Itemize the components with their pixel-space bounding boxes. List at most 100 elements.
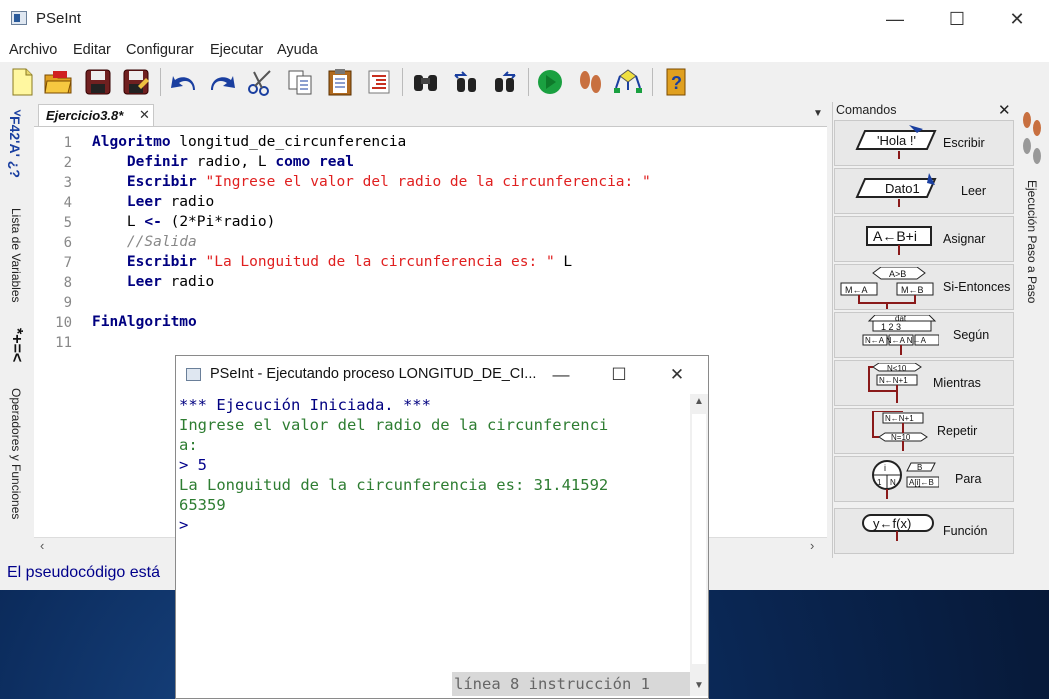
svg-text:N←N+1: N←N+1 [885, 414, 914, 423]
funcion-icon: y←f(x) [862, 514, 934, 541]
console-line: La Longuitud de la circunferencia es: 31… [179, 476, 609, 494]
menu-ejecutar[interactable]: Ejecutar [210, 42, 263, 58]
minimize-button[interactable]: — [872, 0, 918, 38]
operators-functions-tab[interactable]: Operadores y Funciones [9, 388, 23, 519]
toolbar: ? [0, 62, 1049, 102]
menu-ayuda[interactable]: Ayuda [277, 42, 318, 58]
cmd-label: Según [953, 328, 990, 342]
cmd-si-entonces[interactable]: A>B M←A M←B Si-Entonces [834, 264, 1014, 310]
line-number: 8 [63, 275, 72, 291]
svg-text:y←f(x): y←f(x) [873, 516, 911, 531]
console-line: Ingrese el valor del radio de la circunf… [179, 416, 609, 434]
cmd-label: Escribir [943, 136, 985, 150]
svg-text:1 2 3: 1 2 3 [881, 322, 901, 332]
svg-text:N←A N←A N←A: N←A N←A N←A [865, 336, 927, 345]
close-button[interactable]: ✕ [994, 0, 1040, 38]
execution-window-title: PSeInt - Ejecutando proceso LONGITUD_DE_… [210, 366, 537, 382]
step-by-step-footprints-icon[interactable] [1020, 110, 1044, 175]
line-number: 11 [55, 335, 72, 351]
scroll-left-icon[interactable]: ‹ [40, 538, 44, 553]
cmd-segun[interactable]: dat 1 2 3 N←A N←A N←A Según [834, 312, 1014, 358]
cut-icon[interactable] [244, 66, 276, 98]
scroll-right-icon[interactable]: › [810, 538, 814, 553]
commands-close-icon[interactable]: ✕ [998, 101, 1011, 119]
svg-text:N=10: N=10 [891, 433, 911, 442]
cmd-label: Si-Entonces [943, 280, 1011, 294]
variables-glyph[interactable]: ⱽF42'A' ¿? [7, 110, 23, 178]
code-line: FinAlgoritmo [92, 314, 197, 330]
new-file-icon[interactable] [6, 66, 38, 98]
line-number: 4 [63, 195, 72, 211]
code-line: Escribir "Ingrese el valor del radio de … [126, 174, 651, 190]
cmd-repetir[interactable]: N←N+1 N=10 Repetir [834, 408, 1014, 454]
cmd-para[interactable]: i 1 N B A[i]←B Para [834, 456, 1014, 502]
repetir-icon: N←N+1 N=10 [872, 411, 928, 451]
tab-close-icon[interactable]: ✕ [139, 107, 150, 123]
commands-title: Comandos [836, 103, 897, 117]
code-line: Definir radio, L como real [126, 154, 354, 170]
svg-text:N←N+1: N←N+1 [879, 376, 908, 385]
menu-editar[interactable]: Editar [73, 42, 111, 58]
window-title: PSeInt [36, 10, 82, 27]
flowchart-icon[interactable] [612, 66, 644, 98]
right-side-panel: Ejecución Paso a Paso [1016, 102, 1049, 558]
copy-icon[interactable] [284, 66, 316, 98]
scroll-track[interactable] [692, 414, 706, 664]
console-line: 65359 [179, 496, 226, 514]
line-number: 2 [63, 155, 72, 171]
cmd-funcion[interactable]: y←f(x) Función [834, 508, 1014, 554]
svg-text:'Hola !': 'Hola !' [877, 133, 916, 148]
svg-text:A[i]←B: A[i]←B [909, 478, 934, 487]
undo-icon[interactable] [168, 66, 200, 98]
minimize-button[interactable]: — [538, 356, 584, 394]
save-as-icon[interactable] [120, 66, 152, 98]
cmd-label: Para [955, 472, 982, 486]
line-number: 1 [63, 135, 72, 151]
menu-archivo[interactable]: Archivo [9, 42, 57, 58]
cmd-leer[interactable]: Dato1 Leer [834, 168, 1014, 214]
vertical-scrollbar[interactable]: ▲ ▼ [690, 394, 708, 696]
help-icon[interactable]: ? [660, 66, 692, 98]
find-next-icon[interactable] [488, 66, 520, 98]
tab-ejercicio[interactable]: Ejercicio3.8* ✕ [38, 104, 154, 126]
cmd-asignar[interactable]: A←B+i Asignar [834, 216, 1014, 262]
svg-text:B: B [917, 463, 922, 472]
app-icon [186, 368, 201, 381]
left-side-panel: ⱽF42'A' ¿? Lista de Variables *+=< Opera… [0, 102, 34, 558]
code-line: L <- (2*Pi*radio) [126, 214, 276, 230]
close-button[interactable]: ✕ [654, 356, 700, 394]
svg-text:i: i [884, 463, 886, 473]
paste-icon[interactable] [324, 66, 356, 98]
line-number: 9 [63, 295, 72, 311]
menu-configurar[interactable]: Configurar [126, 42, 194, 58]
open-folder-icon[interactable] [42, 66, 74, 98]
svg-text:A←B+i: A←B+i [873, 228, 917, 244]
maximize-button[interactable]: ☐ [596, 356, 642, 394]
cmd-label: Mientras [933, 376, 981, 390]
si-entonces-icon: A>B M←A M←B [840, 267, 934, 309]
commands-header: Comandos ✕ [832, 102, 1016, 120]
search-icon[interactable] [410, 66, 442, 98]
step-by-step-icon[interactable] [574, 66, 606, 98]
tab-list-dropdown-icon[interactable]: ▼ [813, 108, 823, 119]
indent-icon[interactable] [364, 66, 396, 98]
redo-icon[interactable] [206, 66, 238, 98]
maximize-button[interactable]: ☐ [934, 0, 980, 38]
console-output[interactable]: *** Ejecución Iniciada. *** Ingrese el v… [176, 394, 690, 684]
line-number: 3 [63, 175, 72, 191]
console-line: > [179, 516, 189, 534]
find-previous-icon[interactable] [450, 66, 482, 98]
line-number: 6 [63, 235, 72, 251]
cmd-mientras[interactable]: N<10 N←N+1 Mientras [834, 360, 1014, 406]
cmd-label: Función [943, 524, 988, 538]
asignar-icon: A←B+i [866, 226, 932, 255]
operators-glyph[interactable]: *+=< [7, 328, 25, 362]
scroll-down-icon[interactable]: ▼ [694, 680, 704, 691]
scroll-up-icon[interactable]: ▲ [694, 396, 704, 407]
save-icon[interactable] [82, 66, 114, 98]
svg-text:?: ? [671, 73, 682, 93]
cmd-escribir[interactable]: 'Hola !' Escribir [834, 120, 1014, 166]
variables-list-tab[interactable]: Lista de Variables [9, 208, 23, 303]
run-icon[interactable] [534, 66, 566, 98]
step-by-step-tab[interactable]: Ejecución Paso a Paso [1025, 180, 1039, 303]
